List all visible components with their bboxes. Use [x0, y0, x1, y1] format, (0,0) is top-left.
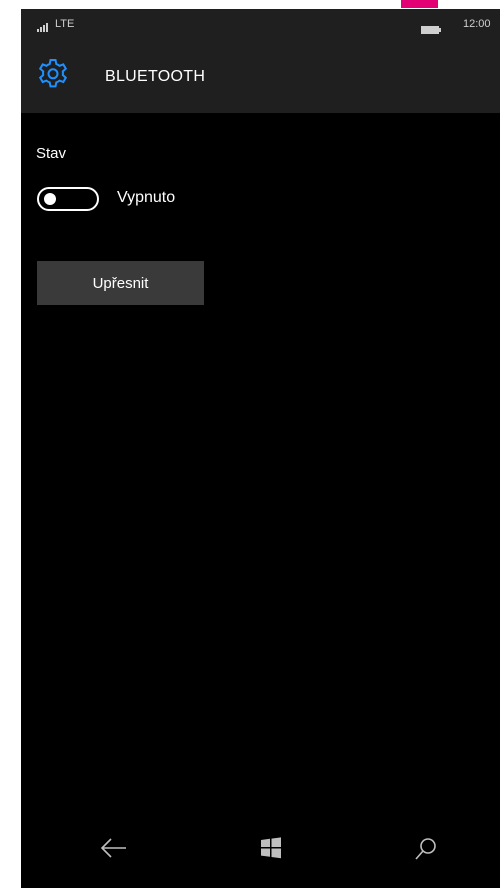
network-label: LTE — [55, 18, 75, 30]
navigation-bar — [21, 818, 500, 888]
phone-screen: LTE 12:00 BLUETOOTH Stav Vypnuto Upřesni… — [21, 9, 500, 888]
page-header: BLUETOOTH — [21, 43, 500, 113]
state-label: Stav — [36, 145, 67, 162]
advanced-button[interactable]: Upřesnit — [37, 261, 204, 305]
screen: LTE 12:00 BLUETOOTH Stav Vypnuto Upřesni… — [0, 0, 500, 888]
search-icon — [406, 836, 446, 862]
status-bar: LTE 12:00 — [21, 9, 500, 43]
brand-mark — [401, 0, 438, 8]
page-title: BLUETOOTH — [105, 68, 206, 85]
windows-icon — [251, 836, 291, 860]
back-button[interactable] — [94, 836, 134, 872]
search-button[interactable] — [406, 836, 446, 872]
back-arrow-icon — [94, 836, 134, 860]
clock: 12:00 — [463, 18, 491, 30]
signal-icon — [37, 19, 51, 32]
toggle-knob — [44, 193, 56, 205]
gear-icon — [36, 57, 70, 91]
start-button[interactable] — [251, 836, 291, 872]
toggle-state-label: Vypnuto — [117, 189, 176, 206]
bluetooth-toggle[interactable] — [37, 187, 99, 211]
battery-icon — [421, 21, 441, 34]
